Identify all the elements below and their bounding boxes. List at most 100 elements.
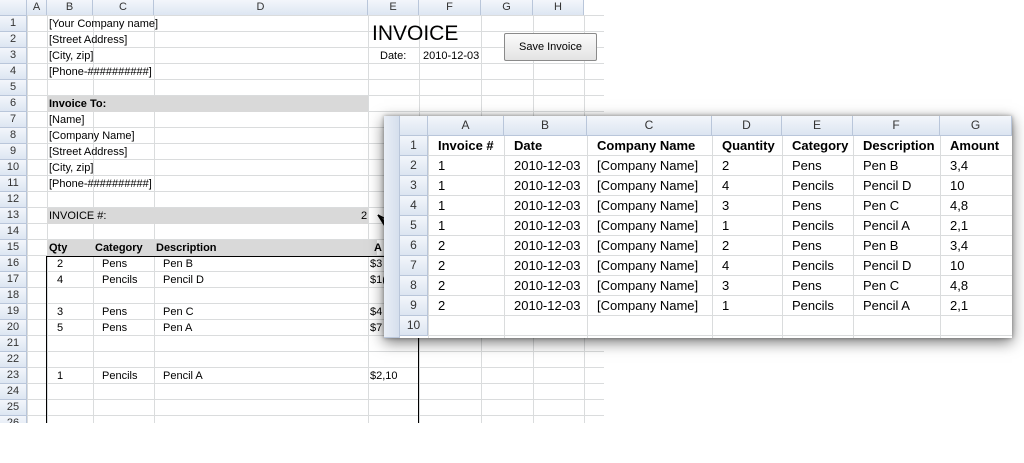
- column-header-b[interactable]: B: [47, 0, 93, 16]
- log-cell: Pencils: [792, 218, 834, 233]
- log-cell: Pens: [792, 238, 822, 253]
- row-header-12[interactable]: 12: [0, 192, 27, 208]
- log-cell: [Company Name]: [597, 238, 699, 253]
- log-header-quantity: Quantity: [722, 138, 775, 153]
- row-header-2[interactable]: 2: [0, 32, 27, 48]
- date-value: 2010-12-03: [423, 50, 480, 62]
- row-header-9[interactable]: 9: [400, 296, 428, 316]
- log-cell: 4,8: [950, 198, 969, 213]
- column-header-b[interactable]: B: [504, 116, 587, 136]
- gridline-horizontal: [27, 399, 604, 400]
- log-header-company-name: Company Name: [597, 138, 696, 153]
- column-header-a[interactable]: A: [428, 116, 504, 136]
- column-header-f[interactable]: F: [853, 116, 940, 136]
- log-cell: 4,8: [950, 278, 969, 293]
- log-cell: Pen C: [863, 198, 900, 213]
- log-cell: [Company Name]: [597, 198, 699, 213]
- log-cell: 1: [438, 158, 446, 173]
- row-header-25[interactable]: 25: [0, 400, 27, 416]
- select-all-corner[interactable]: [0, 0, 27, 16]
- log-cell: Pens: [792, 158, 822, 173]
- log-header-invoice: Invoice #: [438, 138, 494, 153]
- log-cell: Pen B: [863, 238, 899, 253]
- row-header-11[interactable]: 11: [0, 176, 27, 192]
- invoice-to-street: [Street Address]: [49, 146, 128, 158]
- log-cell: 1: [438, 218, 446, 233]
- column-header-e[interactable]: E: [368, 0, 419, 16]
- column-header-d[interactable]: D: [712, 116, 782, 136]
- column-header-g[interactable]: G: [481, 0, 533, 16]
- row-header-3[interactable]: 3: [400, 176, 428, 196]
- row-header-9[interactable]: 9: [0, 144, 27, 160]
- column-header-c[interactable]: C: [587, 116, 712, 136]
- log-cell: Pen B: [863, 158, 899, 173]
- column-header-f[interactable]: F: [419, 0, 481, 16]
- row-header-24[interactable]: 24: [0, 384, 27, 400]
- log-cell: Pencils: [792, 258, 834, 273]
- row-header-26[interactable]: 26: [0, 416, 27, 423]
- log-cell: 1: [722, 298, 730, 313]
- column-header-c[interactable]: C: [93, 0, 154, 16]
- log-cell: [Company Name]: [597, 258, 699, 273]
- line-qty: 5: [57, 322, 64, 334]
- log-cell: 2010-12-03: [514, 178, 581, 193]
- invoice-title: INVOICE: [372, 22, 459, 45]
- row-header-1[interactable]: 1: [0, 16, 27, 32]
- row-header-23[interactable]: 23: [0, 368, 27, 384]
- row-header-20[interactable]: 20: [0, 320, 27, 336]
- log-cell: 4: [722, 258, 730, 273]
- row-header-10[interactable]: 10: [400, 316, 428, 336]
- column-header-d[interactable]: D: [154, 0, 368, 16]
- invoice-number-value[interactable]: 2: [361, 208, 367, 224]
- line-qty: 1: [57, 370, 64, 382]
- log-cell: 1: [438, 178, 446, 193]
- column-header-a[interactable]: A: [27, 0, 47, 16]
- log-cell: Pencil A: [863, 218, 910, 233]
- row-header-16[interactable]: 16: [0, 256, 27, 272]
- column-header-e[interactable]: E: [782, 116, 853, 136]
- row-header-5[interactable]: 5: [0, 80, 27, 96]
- row-header-10[interactable]: 10: [0, 160, 27, 176]
- column-header-h[interactable]: H: [533, 0, 584, 16]
- row-header-22[interactable]: 22: [0, 352, 27, 368]
- gridline-vertical: [587, 136, 588, 338]
- line-amount: $3: [370, 258, 383, 270]
- row-header-21[interactable]: 21: [0, 336, 27, 352]
- row-header-6[interactable]: 6: [0, 96, 27, 112]
- log-cell: 2: [722, 158, 730, 173]
- row-header-17[interactable]: 17: [0, 272, 27, 288]
- row-header-7[interactable]: 7: [0, 112, 27, 128]
- date-label: Date:: [380, 50, 407, 62]
- log-cell: 2010-12-03: [514, 158, 581, 173]
- row-header-4[interactable]: 4: [400, 196, 428, 216]
- save-invoice-button[interactable]: Save Invoice: [504, 33, 597, 61]
- column-header-g[interactable]: G: [940, 116, 1012, 136]
- log-cell: 1: [722, 218, 730, 233]
- log-cell: 2010-12-03: [514, 198, 581, 213]
- company-name: [Your Company name]: [49, 18, 159, 30]
- row-header-14[interactable]: 14: [0, 224, 27, 240]
- row-header-4[interactable]: 4: [0, 64, 27, 80]
- row-header-1[interactable]: 1: [400, 136, 428, 156]
- row-header-7[interactable]: 7: [400, 256, 428, 276]
- row-header-18[interactable]: 18: [0, 288, 27, 304]
- invoice-to-company: [Company Name]: [49, 130, 135, 142]
- row-header-15[interactable]: 15: [0, 240, 27, 256]
- log-cell: [Company Name]: [597, 158, 699, 173]
- select-all-corner[interactable]: [400, 116, 428, 136]
- row-header-2[interactable]: 2: [400, 156, 428, 176]
- row-header-19[interactable]: 19: [0, 304, 27, 320]
- log-header-category: Category: [792, 138, 849, 153]
- row-header-5[interactable]: 5: [400, 216, 428, 236]
- row-header-6[interactable]: 6: [400, 236, 428, 256]
- gridline-horizontal: [27, 415, 604, 416]
- log-cell: 2010-12-03: [514, 238, 581, 253]
- row-header-13[interactable]: 13: [0, 208, 27, 224]
- line-description: Pen C: [163, 306, 194, 318]
- row-header-3[interactable]: 3: [0, 48, 27, 64]
- gridline-vertical: [504, 136, 505, 338]
- log-cell: [Company Name]: [597, 178, 699, 193]
- row-header-8[interactable]: 8: [400, 276, 428, 296]
- row-header-8[interactable]: 8: [0, 128, 27, 144]
- log-cell: [Company Name]: [597, 298, 699, 313]
